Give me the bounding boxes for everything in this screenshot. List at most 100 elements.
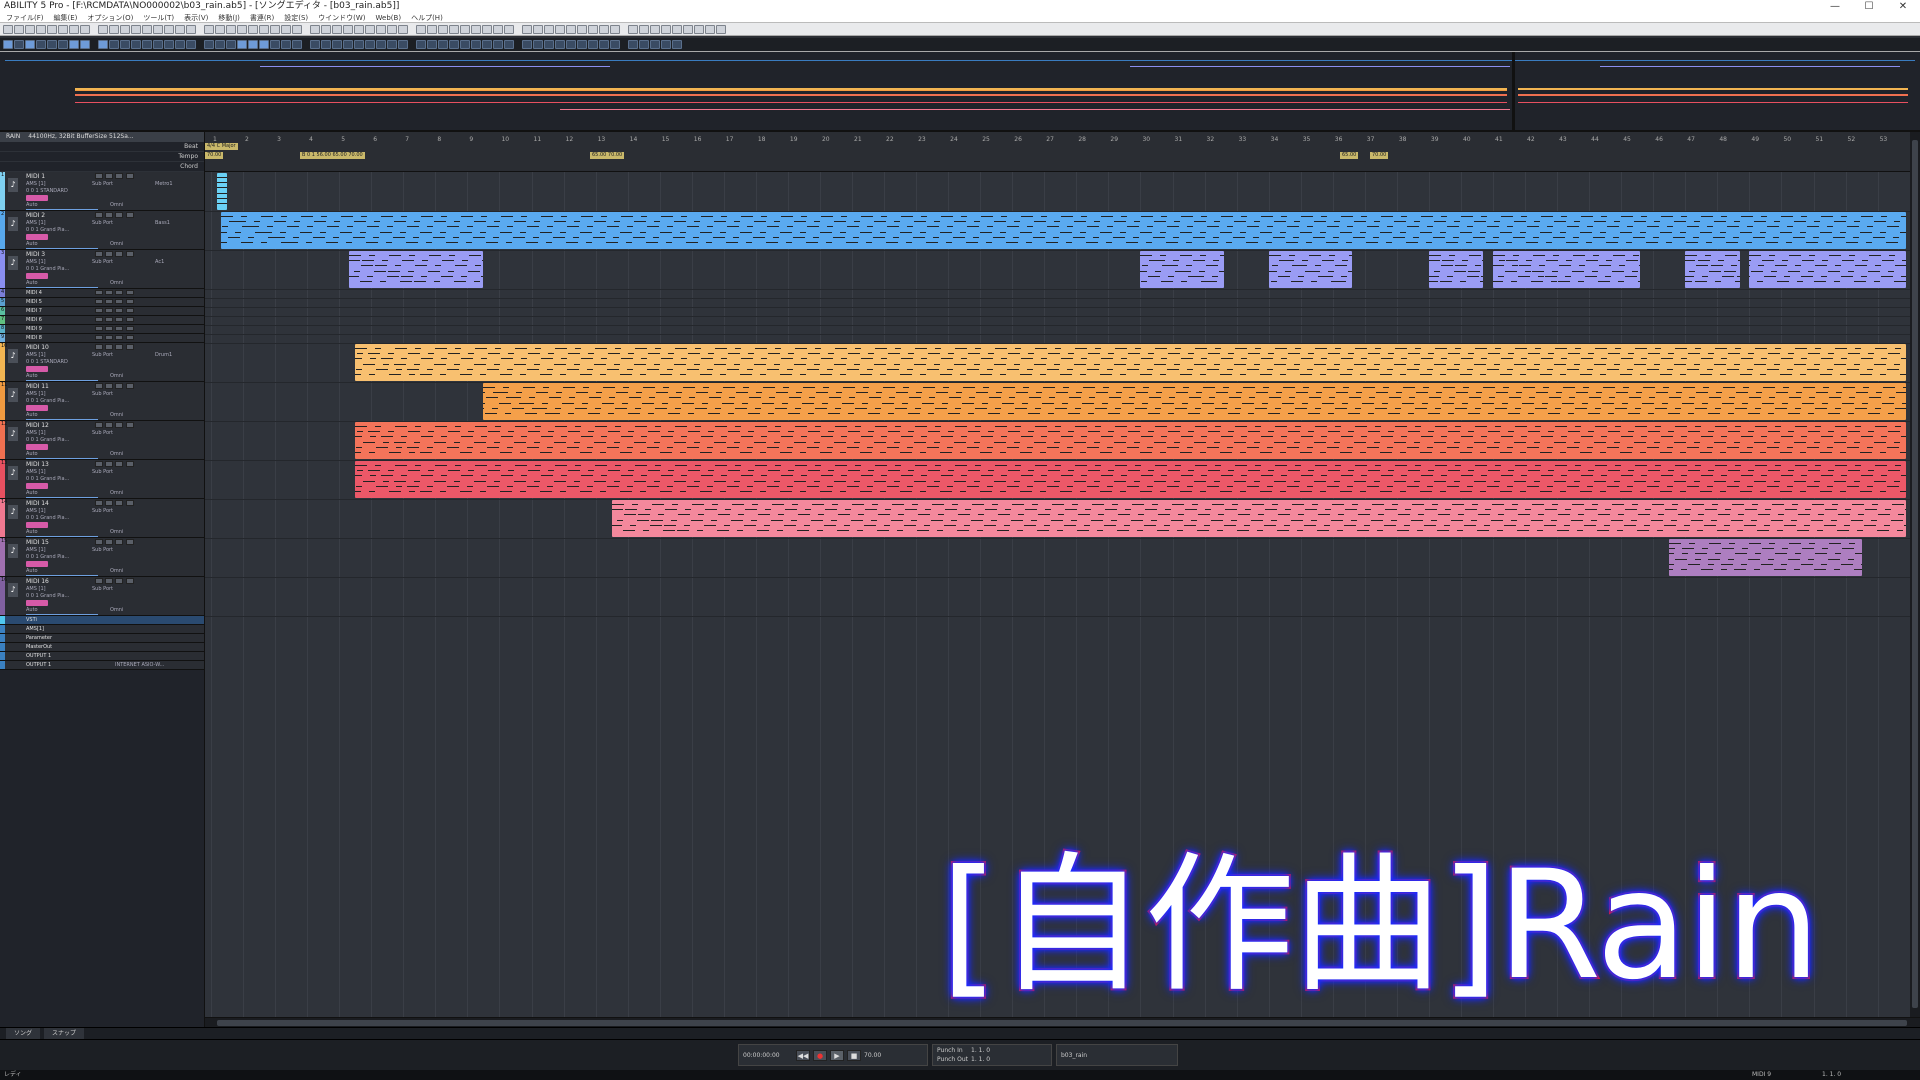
track-patch[interactable]: 0 0 1 Grand Pia... <box>26 593 69 599</box>
toolbar-button[interactable] <box>376 40 386 49</box>
tempo-marker[interactable]: 4/4 C Major <box>205 143 238 150</box>
track-toggle-button[interactable] <box>126 344 134 350</box>
tab-song[interactable]: ソング <box>6 1028 41 1039</box>
toolbar-button[interactable] <box>449 24 459 34</box>
toolbar-button[interactable] <box>354 40 364 49</box>
toolbar-button[interactable] <box>493 40 503 49</box>
record-arm-toggle[interactable] <box>26 234 48 240</box>
track-toggle-button[interactable] <box>105 308 113 313</box>
track-input-omni[interactable]: Omni <box>110 607 123 613</box>
track-toggle-button[interactable] <box>95 317 103 322</box>
track-header[interactable]: 6 MIDI 7 <box>0 307 204 316</box>
track-toggle-button[interactable] <box>115 383 123 389</box>
toolbar-button[interactable] <box>281 24 291 34</box>
rewind-button[interactable]: ◀◀ <box>796 1049 810 1061</box>
menu-item[interactable]: 編集(E) <box>54 13 78 22</box>
track-toggle-button[interactable] <box>115 461 123 467</box>
toolbar-button[interactable] <box>142 40 152 49</box>
toolbar-button[interactable] <box>544 24 554 34</box>
track-toggle-button[interactable] <box>115 173 123 179</box>
track-toggle-button[interactable] <box>105 299 113 304</box>
toolbar-button[interactable] <box>683 24 693 34</box>
track-patch[interactable]: 0 0 1 Grand Pia... <box>26 398 69 404</box>
track-header[interactable]: 15 MIDI 15 ♪ AMS [1] 0 0 1 Grand Pia... Auto S… <box>0 538 204 577</box>
toolbar-button[interactable] <box>398 24 408 34</box>
toolbar-button[interactable] <box>599 40 609 49</box>
track-device[interactable]: Sub Port <box>92 508 113 514</box>
toolbar-button[interactable] <box>109 24 119 34</box>
track-toggle-button[interactable] <box>95 539 103 545</box>
track-toggle-button[interactable] <box>115 335 123 340</box>
tempo-display[interactable]: 70.00 <box>864 1052 881 1059</box>
menu-item[interactable]: Web(B) <box>376 13 402 22</box>
toolbar-button[interactable] <box>650 24 660 34</box>
track-patch[interactable]: 0 0 1 Grand Pia... <box>26 266 69 272</box>
record-arm-toggle[interactable] <box>26 405 48 411</box>
toolbar-button[interactable] <box>69 40 79 49</box>
bus-track-header[interactable]: OUTPUT 1 INTERNET ASIO-W... <box>0 661 204 670</box>
track-toggle-button[interactable] <box>105 422 113 428</box>
toolbar-button[interactable] <box>98 40 108 49</box>
track-patch[interactable]: 0 0 1 Grand Pia... <box>26 554 69 560</box>
midi-clip[interactable] <box>348 251 484 288</box>
track-header[interactable]: 1 MIDI 1 ♪ AMS [1] 0 0 1 STANDARD Auto Sub Por… <box>0 172 204 211</box>
toolbar-button[interactable] <box>292 24 302 34</box>
toolbar-button[interactable] <box>661 40 671 49</box>
track-toggle-button[interactable] <box>105 539 113 545</box>
track-toggle-button[interactable] <box>126 308 134 313</box>
track-instrument[interactable]: Ac1 <box>155 259 164 265</box>
toolbar-button[interactable] <box>47 40 57 49</box>
toolbar-button[interactable] <box>460 24 470 34</box>
toolbar-button[interactable] <box>376 24 386 34</box>
track-name[interactable]: MIDI 7 <box>26 308 42 314</box>
toolbar-button[interactable] <box>588 40 598 49</box>
track-toggle-button[interactable] <box>105 317 113 322</box>
toolbar-button[interactable] <box>705 24 715 34</box>
menu-item[interactable]: オプション(O) <box>87 13 133 22</box>
toolbar-button[interactable] <box>69 24 79 34</box>
toolbar-button[interactable] <box>153 40 163 49</box>
toolbar-button[interactable] <box>661 24 671 34</box>
record-arm-toggle[interactable] <box>26 195 48 201</box>
track-patch[interactable]: 0 0 1 STANDARD <box>26 188 68 194</box>
track-toggle-button[interactable] <box>95 383 103 389</box>
toolbar-button[interactable] <box>672 24 682 34</box>
midi-clip[interactable] <box>1140 251 1224 288</box>
toolbar-button[interactable] <box>577 40 587 49</box>
track-toggle-button[interactable] <box>115 539 123 545</box>
toolbar-button[interactable] <box>131 40 141 49</box>
track-instrument[interactable]: Metro1 <box>155 181 173 187</box>
toolbar-button[interactable] <box>292 40 302 49</box>
toolbar-button[interactable] <box>259 24 269 34</box>
menu-item[interactable]: 書連(R) <box>250 13 274 22</box>
toolbar-button[interactable] <box>628 24 638 34</box>
track-toggle-button[interactable] <box>95 344 103 350</box>
record-button[interactable]: ● <box>813 1049 827 1061</box>
record-arm-toggle[interactable] <box>26 522 48 528</box>
toolbar-button[interactable] <box>321 40 331 49</box>
tempo-marker[interactable]: B 0 1 56.00 65.00 70.00 <box>300 152 365 159</box>
track-input-omni[interactable]: Omni <box>110 529 123 535</box>
track-name[interactable]: MIDI 8 <box>26 335 42 341</box>
track-toggle-button[interactable] <box>115 299 123 304</box>
track-auto[interactable]: Auto <box>26 202 38 208</box>
track-toggle-button[interactable] <box>95 299 103 304</box>
track-name[interactable]: MIDI 3 <box>26 251 45 258</box>
track-toggle-button[interactable] <box>115 422 123 428</box>
toolbar-button[interactable] <box>281 40 291 49</box>
track-instrument[interactable]: Drum1 <box>155 352 172 358</box>
record-arm-toggle[interactable] <box>26 273 48 279</box>
track-auto[interactable]: Auto <box>26 280 38 286</box>
track-input-omni[interactable]: Omni <box>110 202 123 208</box>
track-toggle-button[interactable] <box>126 212 134 218</box>
track-name[interactable]: MIDI 6 <box>26 317 42 323</box>
track-toggle-button[interactable] <box>126 539 134 545</box>
track-toggle-button[interactable] <box>105 335 113 340</box>
punch-out-position[interactable]: 1. 1. 0 <box>971 1056 990 1063</box>
menu-item[interactable]: 移動(J) <box>218 13 240 22</box>
menu-item[interactable]: ウインドウ(W) <box>318 13 365 22</box>
track-header[interactable]: 9 MIDI 8 <box>0 334 204 343</box>
toolbar-button[interactable] <box>131 24 141 34</box>
track-port[interactable]: AMS [1] <box>26 469 46 475</box>
midi-clip[interactable] <box>355 344 1907 381</box>
